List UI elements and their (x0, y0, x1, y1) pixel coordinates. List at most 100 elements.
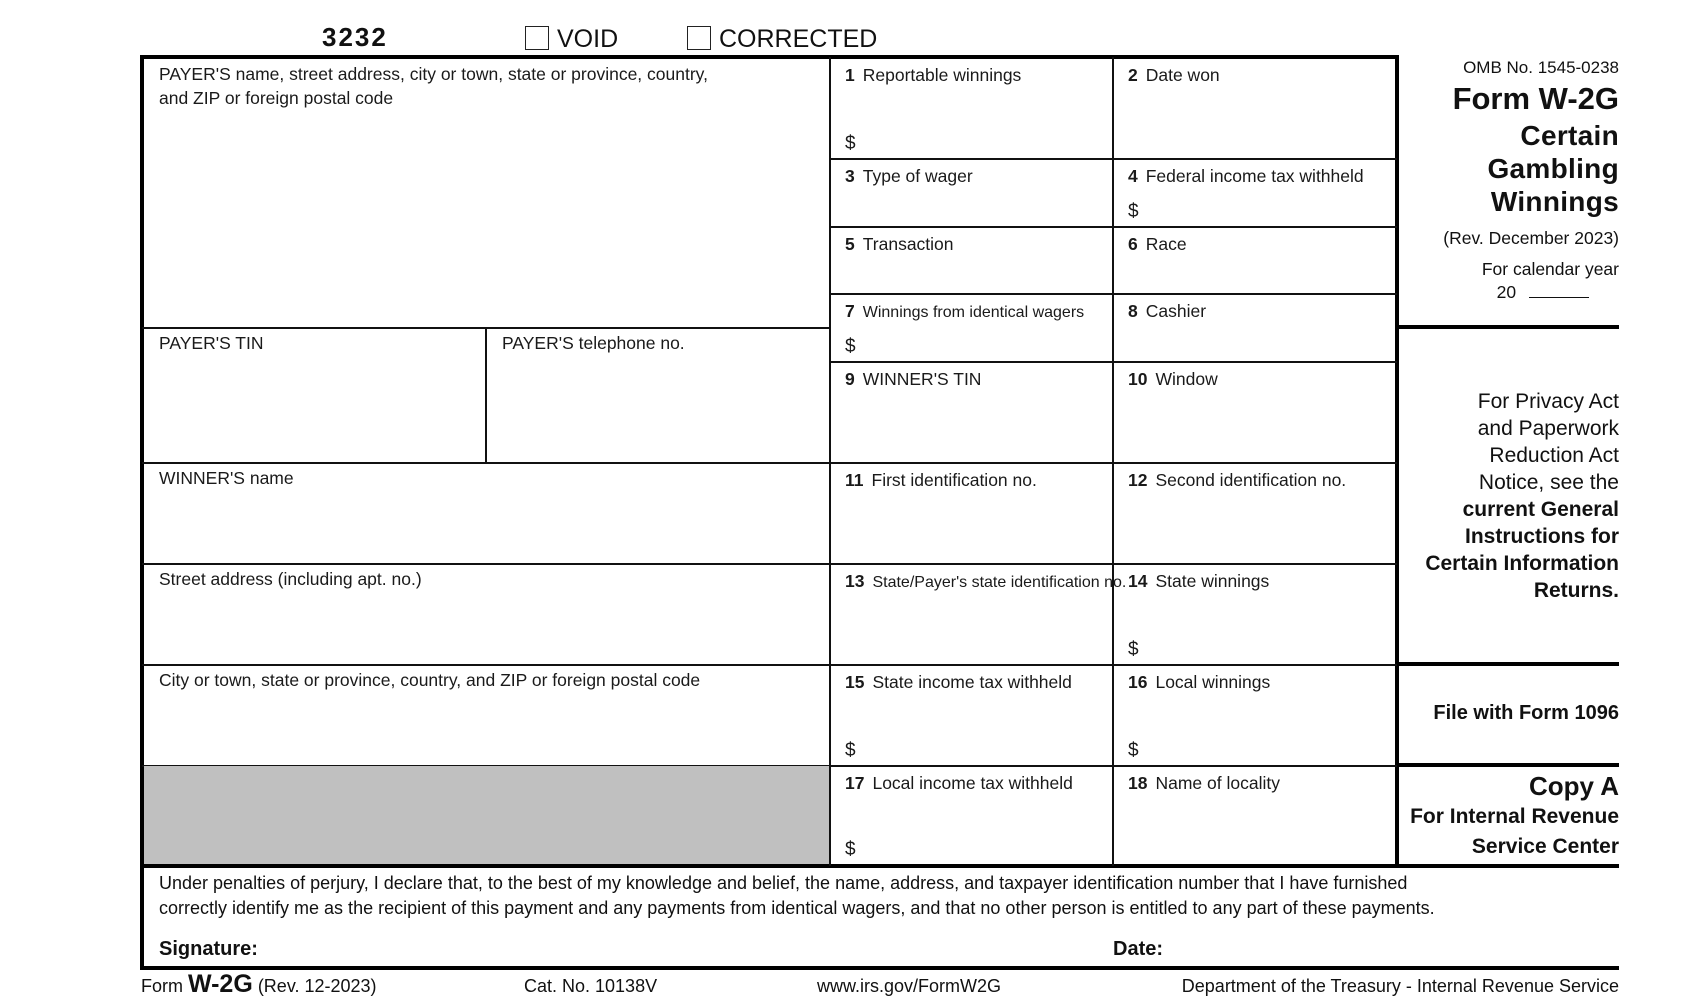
box-number: 5 (845, 234, 855, 254)
box-label: First identification no. (871, 470, 1037, 490)
perjury-statement: Under penalties of perjury, I declare th… (159, 871, 1619, 921)
box-number: 1 (845, 65, 855, 85)
shaded-box (144, 766, 829, 864)
box-number: 6 (1128, 234, 1138, 254)
void-label: VOID (557, 25, 619, 53)
box-5[interactable]: 5 Transaction (845, 232, 1123, 293)
footer-form-prefix: Form (141, 976, 183, 996)
payer-name-label-2: and ZIP or foreign postal code (159, 88, 394, 108)
box-6-header: 6 Race (1128, 232, 1400, 256)
box-label: Local winnings (1155, 672, 1271, 692)
payer-phone-label: PAYER'S telephone no. (502, 333, 685, 353)
box-label: State/Payer's state identification no. (872, 574, 1127, 591)
title-line-1: Certain (1520, 120, 1619, 151)
payer-tin-field[interactable]: PAYER'S TIN (159, 331, 263, 355)
corrected-checkbox[interactable] (687, 26, 711, 50)
footer-form-name: W-2G (188, 970, 253, 998)
payer-phone-field[interactable]: PAYER'S telephone no. (502, 331, 685, 355)
box-4[interactable]: 4 Federal income tax withheld $ (1128, 164, 1400, 226)
box-label: WINNER'S TIN (862, 369, 982, 389)
box-18[interactable]: 18 Name of locality (1128, 771, 1400, 864)
privacy-notice: For Privacy Act and Paperwork Reduction … (1397, 388, 1619, 604)
box-3[interactable]: 3 Type of wager (845, 164, 1123, 226)
box-7-header: 7 Winnings from identical wagers (845, 299, 1123, 325)
street-address-field[interactable]: Street address (including apt. no.) (159, 567, 422, 591)
city-field[interactable]: City or town, state or province, country… (159, 668, 700, 692)
dollar-sign: $ (845, 740, 856, 761)
box-number: 15 (845, 672, 865, 692)
box-9[interactable]: 9 WINNER'S TIN (845, 367, 1123, 462)
payer-name-field[interactable]: PAYER'S name, street address, city or to… (159, 62, 819, 110)
box-13-header: 13 State/Payer's state identification no. (845, 569, 1127, 595)
box-label: State income tax withheld (872, 672, 1072, 692)
box-11[interactable]: 11 First identification no. (845, 468, 1123, 563)
corrected-checkbox-group[interactable]: CORRECTED (687, 25, 877, 54)
void-checkbox-group[interactable]: VOID (525, 25, 618, 54)
omb-number: OMB No. 1545-0238 (1463, 58, 1619, 77)
box-15-header: 15 State income tax withheld (845, 670, 1123, 694)
side-divider-2 (1395, 662, 1619, 666)
privacy-bold-line-4: Returns. (1533, 579, 1619, 602)
date-label: Date: (1113, 938, 1164, 960)
privacy-bold-line-2: Instructions for (1464, 525, 1619, 548)
box-label: Transaction (862, 234, 954, 254)
box-label: Type of wager (862, 166, 973, 186)
box-2[interactable]: 2 Date won (1128, 63, 1400, 158)
calendar-year-field[interactable]: 20 (1404, 281, 1619, 303)
box-14[interactable]: 14 State winnings $ (1128, 569, 1400, 664)
box-11-header: 11 First identification no. (845, 468, 1123, 492)
winner-name-field[interactable]: WINNER'S name (159, 466, 294, 490)
privacy-bold-line-1: current General (1462, 498, 1619, 521)
form-code: 3232 (322, 22, 388, 52)
box-1[interactable]: 1 Reportable winnings $ (845, 63, 1123, 158)
box-number: 13 (845, 571, 865, 591)
box-label: State winnings (1155, 571, 1270, 591)
box-3-header: 3 Type of wager (845, 164, 1123, 188)
signature-field[interactable]: Signature: (159, 938, 258, 961)
title-line-3: Winnings (1490, 186, 1619, 217)
box-8-header: 8 Cashier (1128, 299, 1400, 323)
box-number: 17 (845, 773, 865, 793)
box-5-header: 5 Transaction (845, 232, 1123, 256)
box-17[interactable]: 17 Local income tax withheld $ (845, 771, 1123, 864)
footer-url[interactable]: www.irs.gov/FormW2G (817, 976, 1001, 997)
payer-tin-label: PAYER'S TIN (159, 333, 264, 353)
box-7[interactable]: 7 Winnings from identical wagers $ (845, 299, 1123, 361)
main-bottom-border (140, 864, 1619, 868)
box-label: Race (1145, 234, 1187, 254)
box-label: Winnings from identical wagers (862, 304, 1085, 321)
calendar-year-prefix: 20 (1496, 282, 1517, 302)
box-number: 14 (1128, 571, 1148, 591)
box-10[interactable]: 10 Window (1128, 367, 1400, 462)
box-2-header: 2 Date won (1128, 63, 1400, 87)
calendar-year-input[interactable] (1529, 283, 1589, 298)
title-line-2: Gambling (1487, 153, 1619, 184)
box-8[interactable]: 8 Cashier (1128, 299, 1400, 361)
box-number: 4 (1128, 166, 1138, 186)
box-10-header: 10 Window (1128, 367, 1400, 391)
box-number: 16 (1128, 672, 1148, 692)
dollar-sign: $ (1128, 639, 1139, 660)
box-label: Window (1155, 369, 1218, 389)
footer-dept: Department of the Treasury - Internal Re… (1181, 976, 1619, 996)
form-top-border (140, 55, 1399, 59)
box-15[interactable]: 15 State income tax withheld $ (845, 670, 1123, 765)
side-divider-3 (1395, 763, 1619, 767)
dollar-sign: $ (845, 839, 856, 860)
date-field[interactable]: Date: (1113, 938, 1163, 961)
void-checkbox[interactable] (525, 26, 549, 50)
privacy-line-1: For Privacy Act (1477, 390, 1619, 413)
box-12[interactable]: 12 Second identification no. (1128, 468, 1400, 563)
signature-label: Signature: (159, 938, 258, 960)
footer-cat: Cat. No. 10138V (524, 976, 658, 996)
box-label: Date won (1145, 65, 1220, 85)
box-4-header: 4 Federal income tax withheld (1128, 164, 1400, 188)
box-13[interactable]: 13 State/Payer's state identification no. (845, 569, 1127, 664)
box-label: Reportable winnings (862, 65, 1022, 85)
box-6[interactable]: 6 Race (1128, 232, 1400, 293)
box-number: 3 (845, 166, 855, 186)
box-label: Name of locality (1155, 773, 1280, 793)
box-16[interactable]: 16 Local winnings $ (1128, 670, 1400, 765)
file-with-form: File with Form 1096 (1433, 702, 1619, 724)
box-number: 18 (1128, 773, 1148, 793)
